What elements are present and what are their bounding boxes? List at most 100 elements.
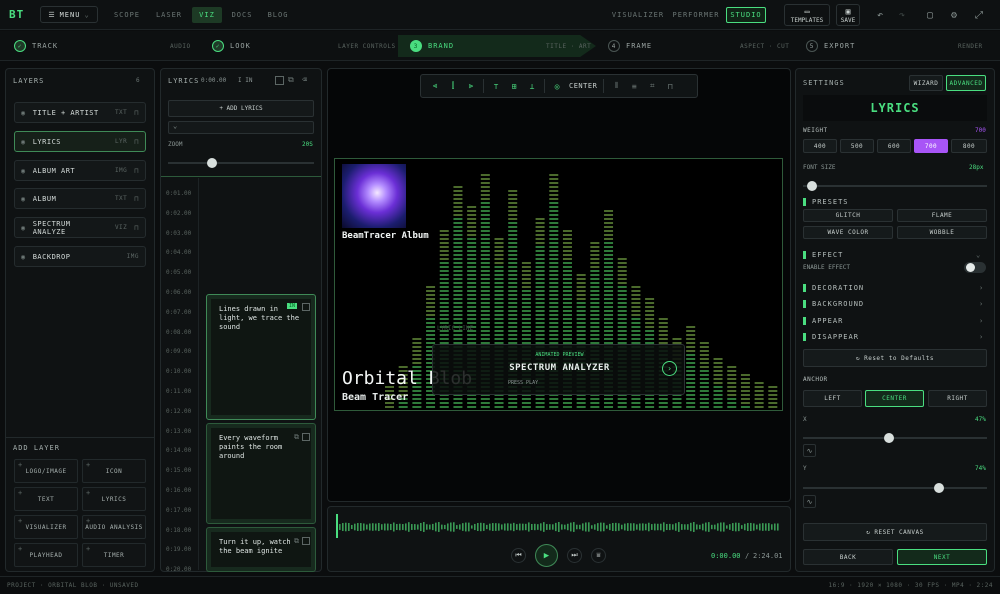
align-bottom-icon[interactable]: ⊥ <box>526 80 538 92</box>
distribute-v-icon[interactable]: ≡ <box>628 80 640 92</box>
lyric-card[interactable]: Lines drawn in light, we trace the sound… <box>206 294 316 420</box>
weight-700[interactable]: 700 <box>914 139 948 153</box>
add-visualizer[interactable]: + VISUALIZER <box>14 515 78 539</box>
lock-icon[interactable]: ⊓ <box>134 224 139 232</box>
eye-icon[interactable]: ◉ <box>21 195 26 203</box>
layer-title-artist[interactable]: ◉ TITLE + ARTIST TXT ⊓ <box>14 102 146 123</box>
lock-icon[interactable]: ⊓ <box>134 109 139 117</box>
add-lyrics[interactable]: + LYRICS <box>82 487 146 511</box>
align-middle-icon[interactable]: ⊞ <box>508 80 520 92</box>
layer-lyrics[interactable]: ◉ LYRICS LYR ⊓ <box>14 131 146 152</box>
anchor-right[interactable]: RIGHT <box>928 390 987 407</box>
x-slider-track[interactable] <box>803 437 987 439</box>
next-button[interactable]: NEXT <box>897 549 987 565</box>
checkbox[interactable] <box>302 537 310 545</box>
nav-tab-scope[interactable]: SCOPE <box>108 7 146 23</box>
step-look[interactable]: ✓ LOOK <box>212 31 251 61</box>
add-text[interactable]: + TEXT <box>14 487 78 511</box>
waveform[interactable] <box>336 518 782 536</box>
menu-button[interactable]: ☰ MENU ⌄ <box>40 6 98 23</box>
crop-icon[interactable]: ⌗ <box>646 80 658 92</box>
eye-icon[interactable]: ◉ <box>21 109 26 117</box>
chevron-right-icon[interactable]: › <box>662 361 677 376</box>
back-button[interactable]: BACK <box>803 549 893 565</box>
appear-section[interactable]: APPEAR › <box>803 317 987 325</box>
nav-tab-performer[interactable]: PERFORMER <box>670 7 722 23</box>
wizard-button[interactable]: WIZARD <box>909 75 943 91</box>
x-keyframe-icon[interactable]: ∿ <box>803 444 816 457</box>
lyrics-dropdown[interactable]: ⌄ <box>168 121 314 134</box>
align-center-icon[interactable]: ⫿ <box>447 80 459 92</box>
add-audio-analysis[interactable]: + AUDIO ANALYSIS <box>82 515 146 539</box>
app-logo[interactable]: BT <box>9 8 24 21</box>
advanced-button[interactable]: ADVANCED <box>946 75 986 91</box>
preset-flame[interactable]: FLAME <box>897 209 987 222</box>
checkbox[interactable] <box>275 76 284 85</box>
step-brand[interactable]: 3 BRAND <box>410 31 454 61</box>
artist-name[interactable]: Beam Tracer <box>342 392 408 403</box>
redo-icon[interactable]: ↷ <box>895 8 909 22</box>
distribute-h-icon[interactable]: ⦀ <box>610 80 622 92</box>
lock-icon[interactable]: ⊓ <box>134 167 139 175</box>
chat-icon[interactable]: ▢ <box>923 8 937 22</box>
reset-defaults-button[interactable]: ↻ Reset to Defaults <box>803 349 987 367</box>
disappear-section[interactable]: DISAPPEAR › <box>803 333 987 341</box>
gear-icon[interactable]: ⚙ <box>947 8 961 22</box>
font-size-slider-track[interactable] <box>803 185 987 187</box>
nav-tab-laser[interactable]: LASER <box>150 7 188 23</box>
reset-canvas-button[interactable]: ↻ RESET CANVAS <box>803 523 987 541</box>
nav-tab-docs[interactable]: DOCS <box>226 7 258 23</box>
fullscreen-icon[interactable]: ⤢ <box>972 8 986 22</box>
checkbox[interactable] <box>302 303 310 311</box>
center-label[interactable]: CENTER <box>569 82 597 90</box>
checkbox[interactable] <box>302 433 310 441</box>
presets-section[interactable]: PRESETS <box>803 198 849 206</box>
trash-icon[interactable]: ⌫ <box>302 75 307 84</box>
enable-effect-toggle[interactable] <box>964 262 986 273</box>
preset-wave-color[interactable]: WAVE COLOR <box>803 226 893 239</box>
add-playhead[interactable]: + PLAYHEAD <box>14 543 78 567</box>
preview-overlay[interactable]: ANIMATED PREVIEW SPECTRUM ANALYZER PRESS… <box>432 344 685 395</box>
save-button[interactable]: ▣ SAVE <box>836 4 860 26</box>
lyric-card[interactable]: Turn it up, watch the beam ignite ⧉ <box>206 527 316 572</box>
skip-forward-icon[interactable]: ⏭ <box>567 548 582 563</box>
layer-spectrum[interactable]: ◉ SPECTRUM ANALYZE VIZ ⊓ <box>14 217 146 238</box>
effect-section[interactable]: EFFECT ⌄ <box>803 251 987 259</box>
preset-wobble[interactable]: WOBBLE <box>897 226 987 239</box>
set-in-button[interactable]: I IN <box>238 77 252 84</box>
nav-tab-viz[interactable]: VIZ <box>192 7 222 23</box>
play-icon[interactable]: ▶ <box>535 544 558 567</box>
nav-tab-studio[interactable]: STUDIO <box>726 7 766 23</box>
decoration-section[interactable]: DECORATION › <box>803 284 987 292</box>
lock-icon[interactable]: ⊓ <box>134 138 139 146</box>
y-keyframe-icon[interactable]: ∿ <box>803 495 816 508</box>
lyric-card[interactable]: Every waveform paints the room around ⧉ <box>206 423 316 524</box>
eye-icon[interactable]: ◉ <box>21 138 26 146</box>
layer-backdrop[interactable]: ◉ BACKDROP IMG <box>14 246 146 267</box>
anchor-center[interactable]: CENTER <box>865 390 924 407</box>
add-lyrics-button[interactable]: + ADD LYRICS <box>168 100 314 117</box>
align-top-icon[interactable]: ⊤ <box>490 80 502 92</box>
align-right-icon[interactable]: ⫸ <box>465 80 477 92</box>
step-export[interactable]: 5 EXPORT <box>806 31 855 61</box>
add-timer[interactable]: + TIMER <box>82 543 146 567</box>
zoom-slider-track[interactable] <box>168 162 314 164</box>
anchor-left[interactable]: LEFT <box>803 390 862 407</box>
add-logo-image[interactable]: + LOGO/IMAGE <box>14 459 78 483</box>
align-left-icon[interactable]: ⫷ <box>429 80 441 92</box>
copy-icon[interactable]: ⧉ <box>294 537 299 546</box>
eye-icon[interactable]: ◉ <box>21 253 26 261</box>
background-section[interactable]: BACKGROUND › <box>803 300 987 308</box>
add-icon[interactable]: + ICON <box>82 459 146 483</box>
step-track[interactable]: ✓ TRACK <box>14 31 58 61</box>
layer-album-art[interactable]: ◉ ALBUM ART IMG ⊓ <box>14 160 146 181</box>
preset-glitch[interactable]: GLITCH <box>803 209 893 222</box>
center-icon[interactable]: ◎ <box>551 80 563 92</box>
lock-icon[interactable]: ⊓ <box>664 80 676 92</box>
zoom-slider-knob[interactable] <box>207 158 217 168</box>
copy-icon[interactable]: ⧉ <box>288 75 294 85</box>
skip-back-icon[interactable]: ⏮ <box>511 548 526 563</box>
y-slider-track[interactable] <box>803 487 987 489</box>
lock-icon[interactable]: ⊓ <box>134 195 139 203</box>
weight-400[interactable]: 400 <box>803 139 837 153</box>
